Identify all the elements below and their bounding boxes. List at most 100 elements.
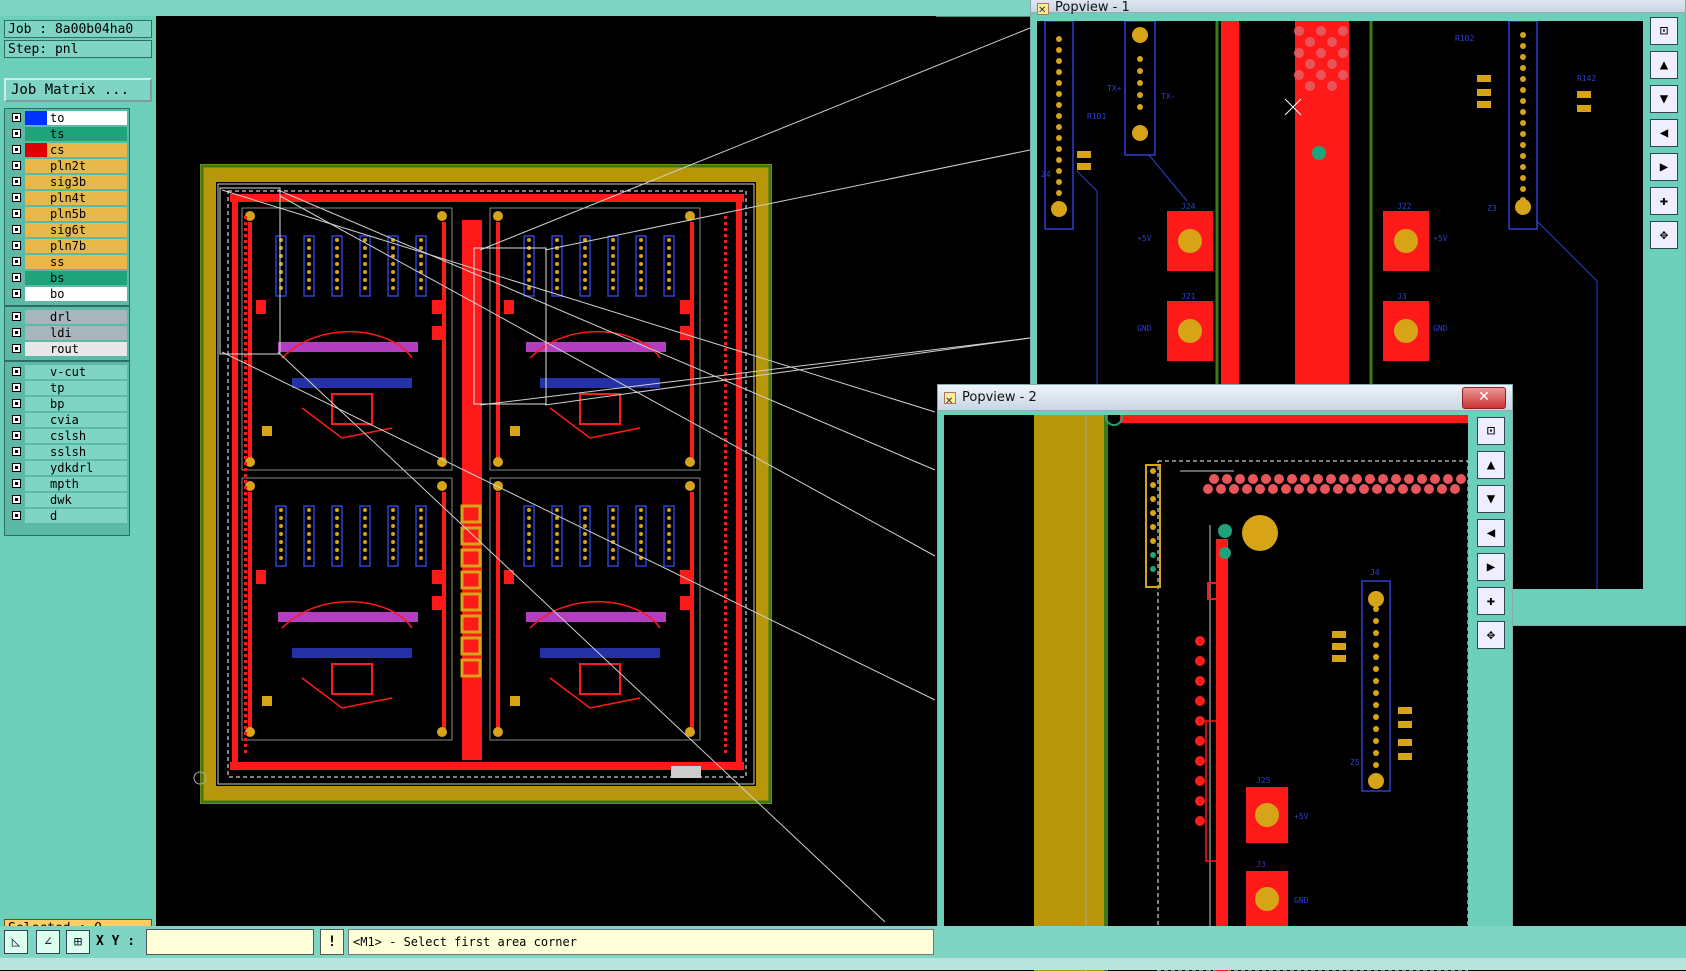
layer-row-bs[interactable]: bs [9, 271, 127, 285]
layer-checkbox[interactable] [12, 495, 21, 504]
layer-checkbox[interactable] [12, 367, 21, 376]
via-dot [244, 516, 247, 519]
layer-row-tp[interactable]: tp [9, 381, 127, 395]
zoom-fit-button[interactable]: ⊡ [1650, 17, 1678, 45]
xy-input[interactable] [146, 929, 314, 955]
mounting-hole [1051, 201, 1067, 217]
connector-pad [391, 516, 395, 520]
layer-row-to[interactable]: to [9, 111, 127, 125]
connector-pad [1056, 157, 1062, 163]
layer-row-ss[interactable]: ss [9, 255, 127, 269]
zoom-fit-button[interactable]: ⊡ [1477, 417, 1505, 445]
layer-row-bp[interactable]: bp [9, 397, 127, 411]
layer-row-sig6t[interactable]: sig6t [9, 223, 127, 237]
connector-pad [527, 532, 531, 536]
grid-tool-icon[interactable]: ⊞ [66, 930, 90, 954]
main-pcb-canvas[interactable] [156, 16, 936, 926]
pan-up-button[interactable]: ▲ [1477, 451, 1505, 479]
via-dot [244, 510, 247, 513]
net-label: GND [1433, 324, 1448, 333]
zoom-in-button[interactable]: ✚ [1477, 587, 1505, 615]
zoom-out-button[interactable]: ✥ [1650, 221, 1678, 249]
via-dot [1195, 796, 1205, 806]
layer-checkbox[interactable] [12, 344, 21, 353]
layer-row-drl[interactable]: drl [9, 310, 127, 324]
via-dot [244, 402, 247, 405]
via-dot [244, 702, 247, 705]
layer-row-ts[interactable]: ts [9, 127, 127, 141]
layer-row-pln4t[interactable]: pln4t [9, 191, 127, 205]
pan-left-button[interactable]: ◀ [1650, 119, 1678, 147]
popview-2-canvas[interactable]: J4 J25 J3 +5V GND Z5 [944, 415, 1468, 971]
layer-checkbox[interactable] [12, 415, 21, 424]
layer-checkbox[interactable] [12, 177, 21, 186]
layer-row-rout[interactable]: rout [9, 342, 127, 356]
via-dot [724, 240, 727, 243]
layer-row-cslsh[interactable]: cslsh [9, 429, 127, 443]
pan-right-button[interactable]: ▶ [1477, 553, 1505, 581]
pan-up-button[interactable]: ▲ [1650, 51, 1678, 79]
layer-checkbox[interactable] [12, 113, 21, 122]
layer-checkbox[interactable] [12, 241, 21, 250]
layer-row-sig3b[interactable]: sig3b [9, 175, 127, 189]
layer-row-cs[interactable]: cs [9, 143, 127, 157]
layer-checkbox[interactable] [12, 289, 21, 298]
layer-checkbox[interactable] [12, 193, 21, 202]
layer-checkbox[interactable] [12, 328, 21, 337]
layer-row-cvia[interactable]: cvia [9, 413, 127, 427]
layer-checkbox[interactable] [12, 129, 21, 138]
layer-row-d[interactable]: d [9, 509, 127, 523]
layer-checkbox[interactable] [12, 209, 21, 218]
via-dot [244, 582, 247, 585]
connector-pad [527, 286, 531, 290]
layer-checkbox[interactable] [12, 479, 21, 488]
layer-row-bo[interactable]: bo [9, 287, 127, 301]
angle-tool-icon[interactable]: ∠ [36, 930, 60, 954]
close-button[interactable]: ✕ [1462, 387, 1506, 409]
layer-checkbox[interactable] [12, 431, 21, 440]
message-button[interactable]: ! [320, 929, 344, 955]
layer-row-v-cut[interactable]: v-cut [9, 365, 127, 379]
layer-checkbox[interactable] [12, 463, 21, 472]
bottom-strip [0, 958, 1686, 970]
layer-checkbox[interactable] [12, 225, 21, 234]
layer-row-ldi[interactable]: ldi [9, 326, 127, 340]
popview-2-window[interactable]: Popview - 2 ✕ J4 J25 J3 +5V GND Z5 ⊡ ▲ ▼ ◀ ▶ … [937, 384, 1513, 971]
pan-down-button[interactable]: ▼ [1477, 485, 1505, 513]
connector-pad [363, 532, 367, 536]
pan-left-button[interactable]: ◀ [1477, 519, 1505, 547]
layer-checkbox[interactable] [12, 447, 21, 456]
layer-checkbox[interactable] [12, 399, 21, 408]
pad-dot [1222, 474, 1232, 484]
via-dot [724, 678, 727, 681]
via-dot [244, 312, 247, 315]
component-label: J3 [1256, 860, 1266, 869]
layer-row-sslsh[interactable]: sslsh [9, 445, 127, 459]
connector-pad [1150, 468, 1156, 474]
layer-checkbox[interactable] [12, 161, 21, 170]
pan-down-button[interactable]: ▼ [1650, 85, 1678, 113]
measure-tool-icon[interactable]: ◺ [4, 930, 28, 954]
job-matrix-button[interactable]: Job Matrix ... [4, 78, 152, 102]
pan-right-button[interactable]: ▶ [1650, 153, 1678, 181]
zoom-out-button[interactable]: ✥ [1477, 621, 1505, 649]
pad-dot [1339, 474, 1349, 484]
layer-checkbox[interactable] [12, 511, 21, 520]
layer-row-pln7b[interactable]: pln7b [9, 239, 127, 253]
layer-row-dwk[interactable]: dwk [9, 493, 127, 507]
connector-pad [279, 540, 283, 544]
layer-row-ydkdrl[interactable]: ydkdrl [9, 461, 127, 475]
layer-row-pln5b[interactable]: pln5b [9, 207, 127, 221]
layer-checkbox[interactable] [12, 312, 21, 321]
layer-row-pln2t[interactable]: pln2t [9, 159, 127, 173]
popview-2-titlebar[interactable]: Popview - 2 ✕ [938, 385, 1512, 415]
layer-checkbox[interactable] [12, 273, 21, 282]
layer-checkbox[interactable] [12, 145, 21, 154]
pad-dot [1235, 474, 1245, 484]
zoom-in-button[interactable]: ✚ [1650, 187, 1678, 215]
layer-checkbox[interactable] [12, 383, 21, 392]
layer-row-mpth[interactable]: mpth [9, 477, 127, 491]
popview-1-titlebar[interactable]: Popview - 1 [1031, 0, 1685, 22]
connector-pad [611, 270, 615, 274]
layer-checkbox[interactable] [12, 257, 21, 266]
